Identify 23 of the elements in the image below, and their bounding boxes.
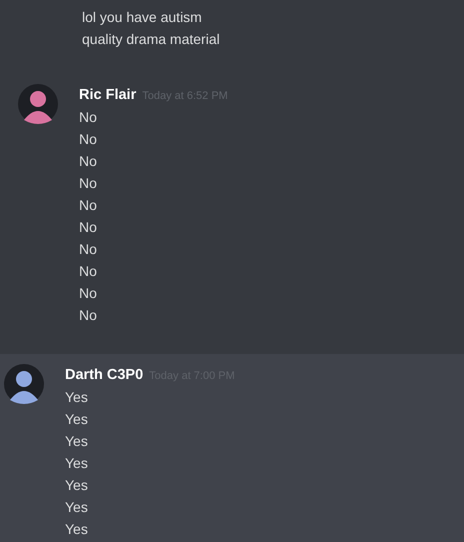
message-text: Yes: [65, 476, 89, 495]
message-text: quality drama material: [82, 30, 220, 49]
message-text: No: [79, 196, 98, 215]
message-text: Yes: [65, 410, 89, 429]
message-text: No: [79, 240, 98, 259]
message-text: No: [79, 218, 98, 237]
message-text: Yes: [65, 498, 89, 517]
message-text: Yes: [65, 520, 89, 539]
username[interactable]: Darth C3P0: [65, 364, 144, 386]
message-text: Yes: [65, 454, 89, 473]
message-text: Yes: [65, 388, 89, 407]
message-text: Yes: [65, 432, 89, 451]
message-text: lol you have autism: [82, 8, 203, 27]
message-text: No: [79, 284, 98, 303]
message-text: No: [79, 306, 98, 325]
message-text: No: [79, 130, 98, 149]
avatar-icon[interactable]: [4, 364, 44, 404]
avatar-icon[interactable]: [18, 84, 58, 124]
message-text: No: [79, 262, 98, 281]
username[interactable]: Ric Flair: [79, 84, 136, 106]
message-text: No: [79, 174, 98, 193]
message-text: No: [79, 108, 98, 127]
message-text: No: [79, 152, 98, 171]
